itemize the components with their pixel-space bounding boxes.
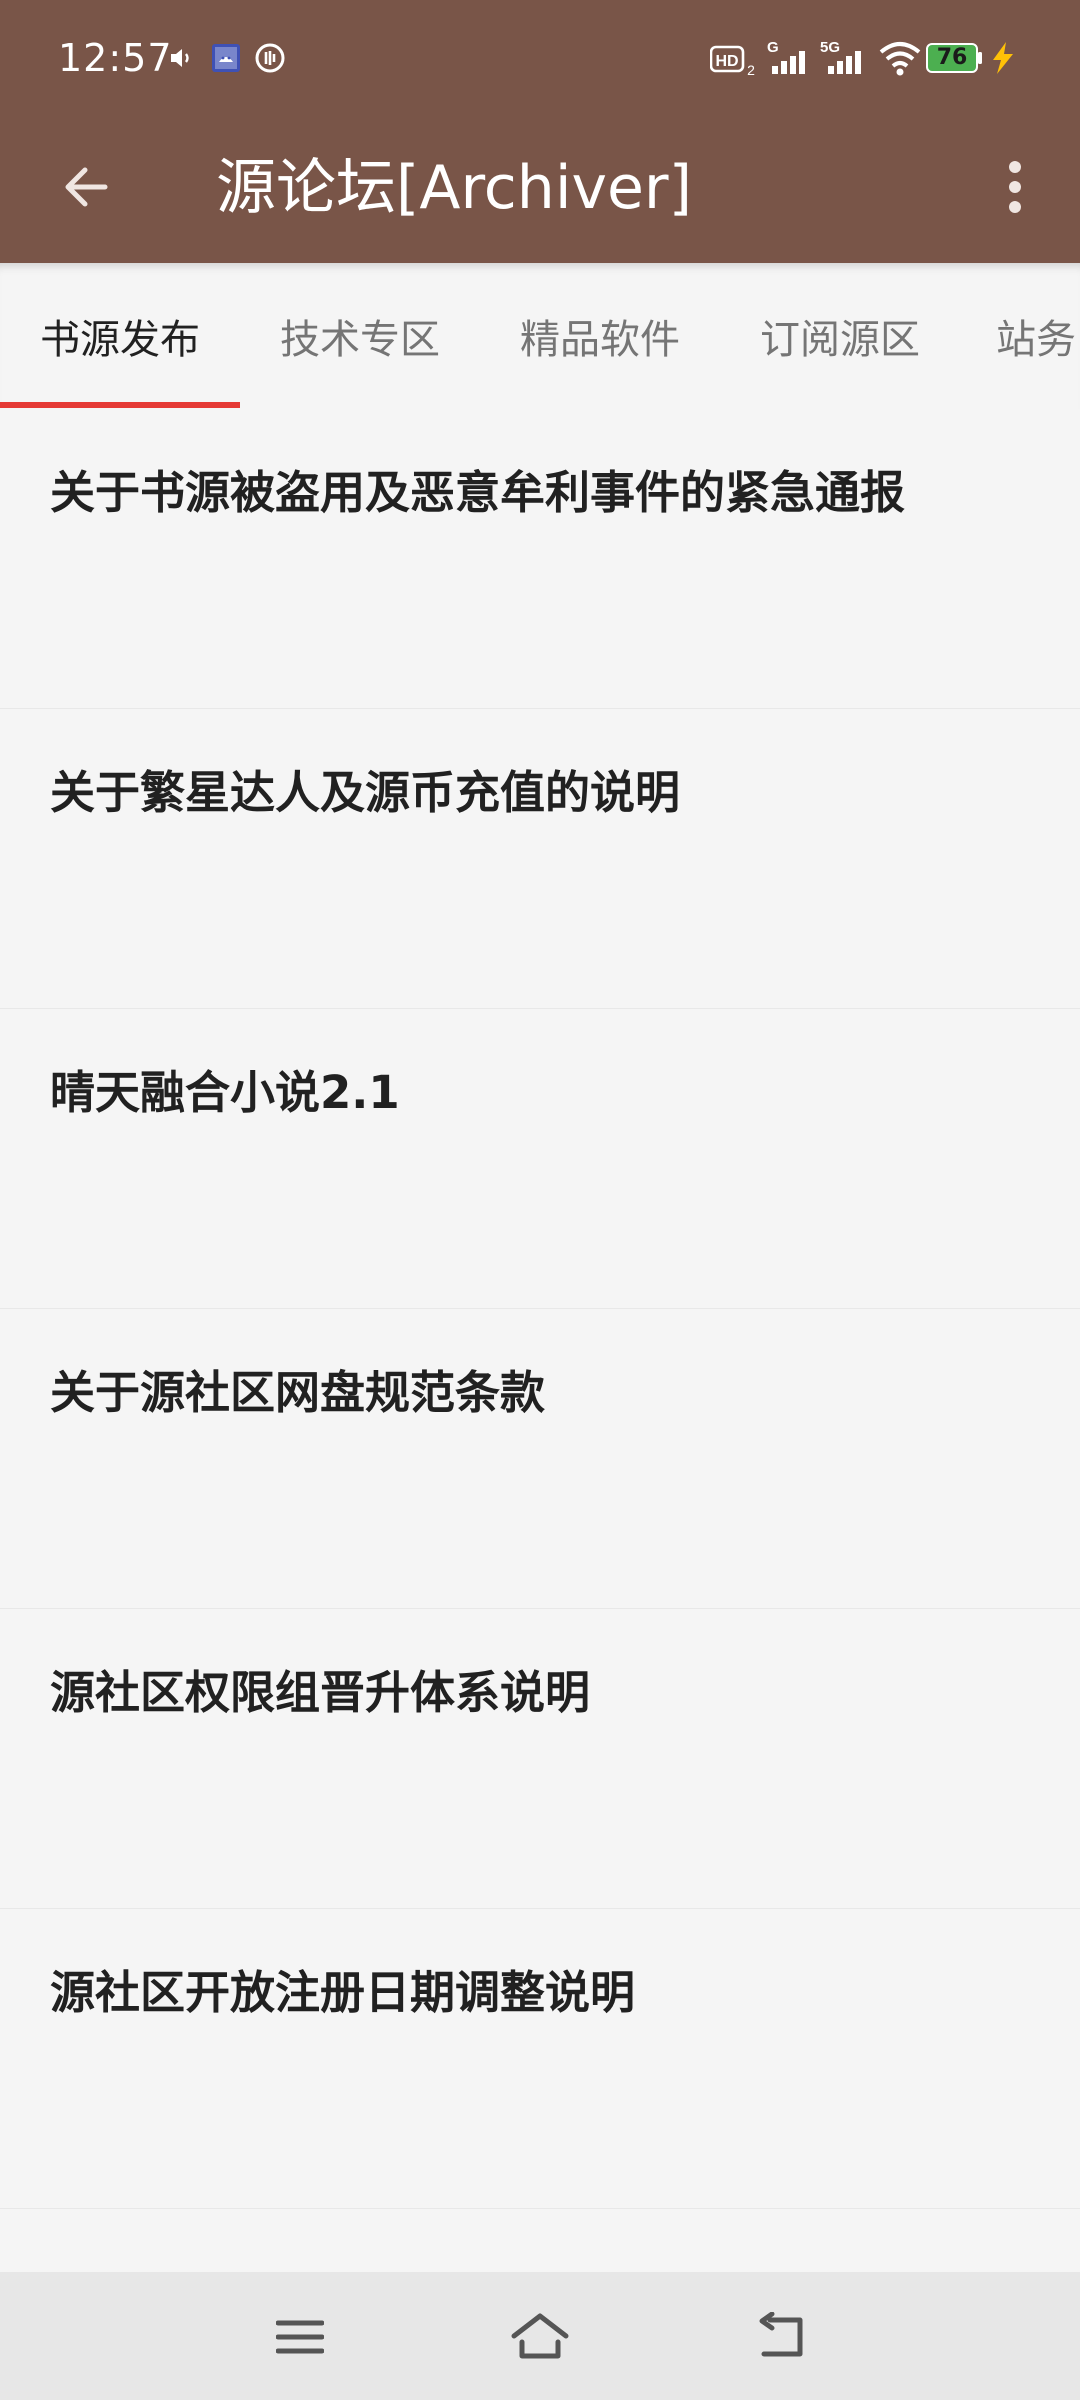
list-item[interactable]: 关于繁星达人及源币充值的说明 — [0, 709, 1080, 1009]
list-item[interactable]: 关于书源被盗用及恶意牟利事件的紧急通报 — [0, 409, 1080, 709]
tab-technical-zone[interactable]: 技术专区 — [240, 263, 480, 409]
back-icon — [759, 2312, 803, 2357]
wifi-icon — [878, 38, 922, 78]
list-item[interactable]: 晴天融合小说2.1 — [0, 1009, 1080, 1309]
list-item[interactable]: 源社区权限组晋升体系说明 — [0, 1609, 1080, 1909]
signal-5g-icon: 5G — [818, 38, 868, 78]
tab-site-affairs[interactable]: 站务 — [960, 263, 1080, 409]
status-time: 12:57 — [58, 36, 173, 80]
battery-level: 76 — [936, 45, 968, 70]
volume-icon — [166, 40, 196, 76]
system-nav-bar — [0, 2272, 1080, 2400]
recent-apps-button[interactable] — [255, 2292, 345, 2382]
more-options-button[interactable] — [970, 142, 1060, 232]
charging-bolt-icon — [988, 40, 1018, 76]
svg-text:G: G — [767, 39, 779, 56]
menu-icon — [276, 2320, 324, 2354]
sync-circle-icon — [252, 40, 288, 76]
app-notification-icon — [208, 40, 244, 76]
svg-text:2: 2 — [747, 62, 755, 77]
page-title: 源论坛[Archiver] — [216, 153, 692, 223]
thread-title: 晴天融合小说2.1 — [50, 1066, 400, 1119]
back-button[interactable] — [40, 142, 130, 232]
hd-voice-icon: HD 2 — [710, 40, 758, 80]
more-vert-icon — [1009, 161, 1021, 213]
tab-subscription-source[interactable]: 订阅源区 — [720, 263, 960, 409]
thread-title: 关于繁星达人及源币充值的说明 — [50, 766, 681, 819]
thread-title: 关于书源被盗用及恶意牟利事件的紧急通报 — [50, 466, 906, 519]
home-icon — [511, 2313, 569, 2359]
status-bar: 12:57 HD 2 G 5G 76 — [0, 0, 1080, 118]
thread-title: 源社区权限组晋升体系说明 — [50, 1666, 591, 1719]
signal-g-icon: G — [764, 38, 810, 78]
arrow-left-icon — [65, 167, 108, 207]
tab-label: 书源发布 — [40, 317, 200, 363]
tab-label: 精品软件 — [520, 317, 680, 363]
thread-title: 源社区开放注册日期调整说明 — [50, 1966, 636, 2019]
home-button[interactable] — [495, 2292, 585, 2382]
thread-list: 关于书源被盗用及恶意牟利事件的紧急通报 关于繁星达人及源币充值的说明 晴天融合小… — [0, 409, 1080, 2209]
system-back-button[interactable] — [735, 2292, 825, 2382]
svg-text:5G: 5G — [820, 39, 840, 56]
thread-title: 关于源社区网盘规范条款 — [50, 1366, 546, 1419]
active-tab-indicator — [0, 402, 240, 408]
screen: 12:57 HD 2 G 5G 76 源论坛[Archiver] 书源发布 技术… — [0, 0, 1080, 2400]
svg-text:HD: HD — [715, 53, 738, 70]
tab-label: 站务 — [996, 317, 1076, 363]
app-bar: 源论坛[Archiver] — [0, 118, 1080, 263]
tab-book-source-release[interactable]: 书源发布 — [0, 263, 240, 409]
list-item[interactable]: 源社区开放注册日期调整说明 — [0, 1909, 1080, 2209]
tab-label: 技术专区 — [280, 317, 440, 363]
tab-bar: 书源发布 技术专区 精品软件 订阅源区 站务 — [0, 263, 1080, 409]
tab-premium-software[interactable]: 精品软件 — [480, 263, 720, 409]
tab-label: 订阅源区 — [760, 317, 920, 363]
list-item[interactable]: 关于源社区网盘规范条款 — [0, 1309, 1080, 1609]
